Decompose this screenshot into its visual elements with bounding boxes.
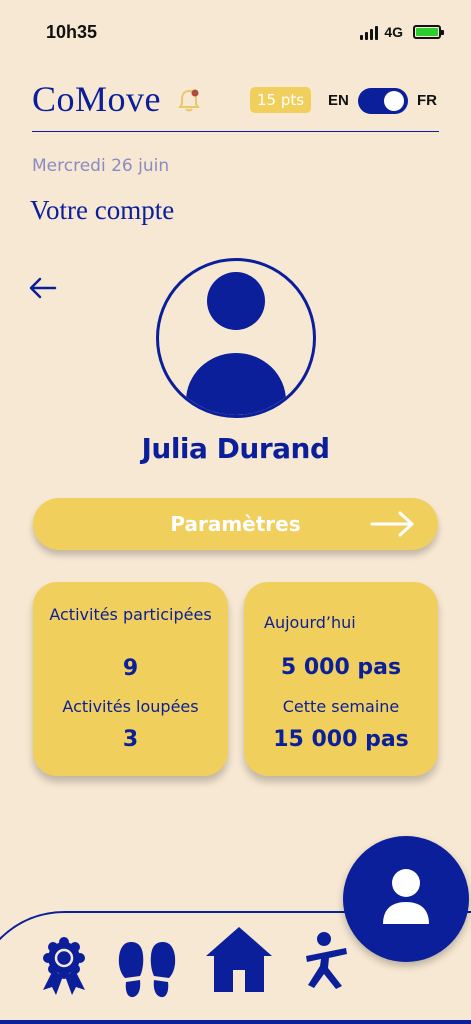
battery-icon: [413, 25, 444, 39]
user-silhouette-icon: [186, 272, 286, 415]
points-badge: 15 pts: [250, 87, 312, 113]
activities-attended-label: Activités participées: [49, 605, 212, 624]
lang-en-label: EN: [328, 92, 349, 109]
activities-missed-value: 3: [122, 727, 139, 752]
profile-icon: [383, 869, 429, 924]
signal-icon: [360, 25, 379, 40]
activities-attended-value: 9: [122, 656, 139, 681]
bottom-edge-line: [0, 1020, 471, 1024]
app-logo: CoMove: [32, 79, 161, 119]
network-type: 4G: [384, 24, 403, 40]
arrow-right-icon: [370, 511, 414, 537]
footsteps-icon[interactable]: [116, 938, 180, 1002]
status-time: 10h35: [46, 22, 98, 42]
bell-icon[interactable]: [177, 88, 201, 114]
lang-fr-label: FR: [417, 92, 437, 109]
badge-icon[interactable]: [33, 936, 95, 996]
week-label: Cette semaine: [282, 697, 400, 716]
avatar: [156, 258, 316, 418]
app-header: CoMove 15 pts EN FR: [32, 78, 439, 132]
activities-missed-label: Activités loupées: [62, 697, 199, 716]
today-label: Aujourd’hui: [264, 613, 356, 632]
today-steps-value: 5 000 pas: [280, 655, 402, 680]
settings-button[interactable]: Paramètres: [33, 498, 438, 550]
status-bar: 10h35 4G: [0, 0, 471, 60]
toggle-knob: [384, 91, 404, 111]
user-name: Julia Durand: [141, 432, 330, 465]
status-indicators: 4G: [360, 24, 444, 40]
week-steps-value: 15 000 pas: [273, 727, 409, 752]
profile-fab-button[interactable]: [343, 836, 469, 962]
activities-card: Activités participées 9 Activités loupée…: [33, 582, 228, 776]
home-icon[interactable]: [204, 924, 274, 994]
language-toggle[interactable]: [358, 88, 408, 114]
current-date: Mercredi 26 juin: [32, 156, 170, 176]
back-arrow-icon[interactable]: [28, 274, 58, 302]
page-title: Votre compte: [30, 195, 175, 225]
steps-card: Aujourd’hui 5 000 pas Cette semaine 15 0…: [244, 582, 438, 776]
